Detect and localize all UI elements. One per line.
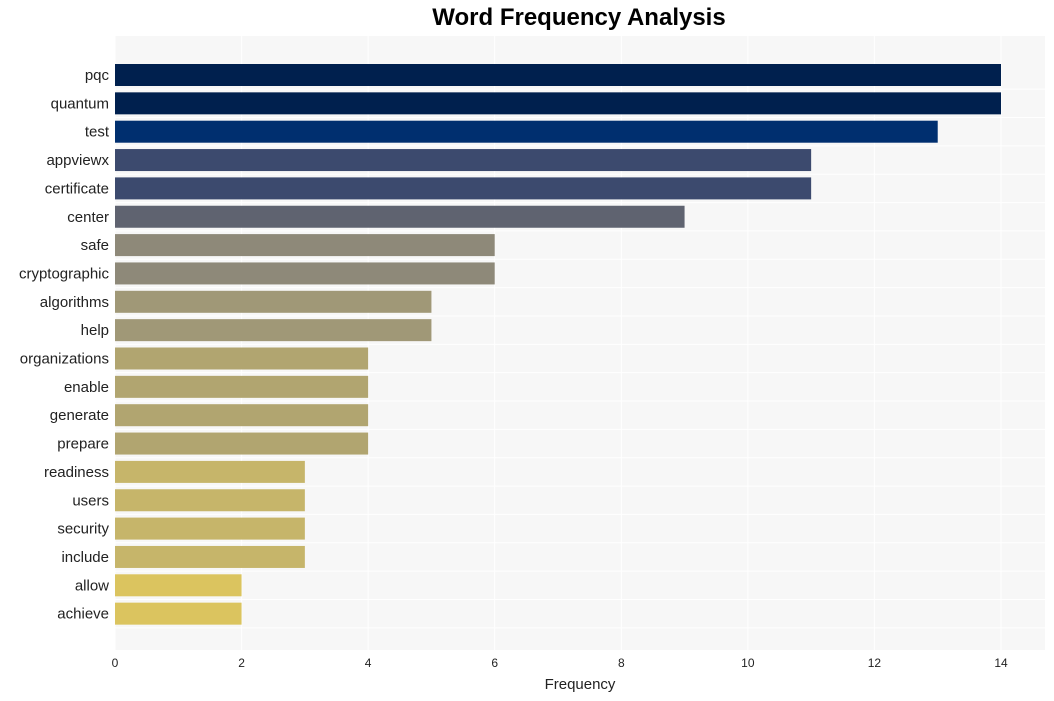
y-tick-label: users — [72, 492, 109, 509]
bar-readiness — [115, 460, 305, 483]
x-tick-label: 12 — [868, 656, 882, 670]
bar-chart: pqc quantum test appviewx certificate center s… — [19, 36, 1045, 693]
x-tick-label: 8 — [618, 656, 625, 670]
bar-achieve — [115, 602, 242, 625]
x-tick-label: 6 — [491, 656, 498, 670]
x-tick-label: 14 — [994, 656, 1008, 670]
y-tick-label: include — [61, 549, 109, 566]
bar-help — [115, 319, 432, 342]
bar-center — [115, 205, 685, 228]
x-tick-label: 0 — [112, 656, 119, 670]
bar-algorithms — [115, 290, 432, 313]
y-tick-label: center — [67, 209, 109, 226]
y-tick-label: allow — [75, 577, 109, 594]
bar-test — [115, 120, 938, 143]
bar-users — [115, 489, 305, 512]
bar-quantum — [115, 92, 1001, 115]
y-tick-label: prepare — [57, 436, 109, 453]
x-axis-label: Frequency — [545, 676, 616, 693]
y-axis-labels: pqc quantum test appviewx certificate center s… — [19, 67, 110, 623]
bar-security — [115, 517, 305, 540]
bar-include — [115, 545, 305, 568]
y-tick-label: organizations — [20, 351, 109, 368]
x-tick-label: 2 — [238, 656, 245, 670]
x-tick-label: 10 — [741, 656, 755, 670]
bar-prepare — [115, 432, 369, 455]
bar-safe — [115, 234, 495, 257]
y-tick-label: readiness — [44, 464, 109, 481]
bar-generate — [115, 404, 369, 427]
x-axis-ticks: 0 2 4 6 8 10 12 14 — [112, 656, 1008, 670]
bar-organizations — [115, 347, 369, 370]
y-tick-label: pqc — [85, 67, 110, 84]
bar-cryptographic — [115, 262, 495, 285]
bar-appviewx — [115, 149, 812, 172]
y-tick-label: cryptographic — [19, 265, 110, 282]
y-tick-label: appviewx — [46, 152, 109, 169]
bar-enable — [115, 375, 369, 398]
y-tick-label: enable — [64, 379, 109, 396]
y-tick-label: certificate — [45, 180, 109, 197]
y-tick-label: algorithms — [40, 294, 109, 311]
y-tick-label: achieve — [57, 606, 109, 623]
y-tick-label: help — [81, 322, 109, 339]
y-tick-label: quantum — [51, 95, 109, 112]
y-tick-label: test — [85, 124, 110, 141]
y-tick-label: security — [57, 521, 109, 538]
bar-certificate — [115, 177, 812, 200]
y-tick-label: safe — [81, 237, 109, 254]
x-tick-label: 4 — [365, 656, 372, 670]
bar-pqc — [115, 64, 1001, 86]
bar-allow — [115, 574, 242, 597]
y-tick-label: generate — [50, 407, 109, 424]
